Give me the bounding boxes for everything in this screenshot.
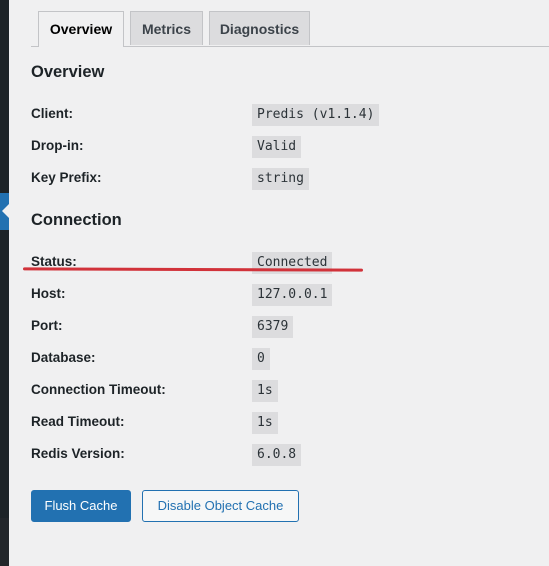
info-row-connection-timeout: Connection Timeout: 1s	[31, 380, 531, 402]
row-value: 1s	[252, 412, 278, 434]
row-value: 6.0.8	[252, 444, 302, 466]
tab-bar: Overview Metrics Diagnostics	[31, 11, 549, 47]
info-row-database: Database: 0	[31, 348, 531, 370]
row-label: Drop-in:	[31, 138, 84, 153]
info-row-host: Host: 127.0.0.1	[31, 284, 531, 306]
row-value: 0	[252, 348, 270, 370]
row-label: Redis Version:	[31, 446, 125, 461]
overview-heading: Overview	[31, 63, 105, 81]
info-row-key-prefix: Key Prefix: string	[31, 168, 531, 190]
connection-heading: Connection	[31, 211, 122, 229]
row-value: 6379	[252, 316, 294, 338]
row-label: Read Timeout:	[31, 414, 125, 429]
row-label: Connection Timeout:	[31, 382, 166, 397]
admin-sidebar	[0, 0, 10, 566]
info-row-client: Client: Predis (v1.1.4)	[31, 104, 531, 126]
disable-object-cache-button[interactable]: Disable Object Cache	[142, 490, 299, 522]
info-row-read-timeout: Read Timeout: 1s	[31, 412, 531, 434]
row-value: 1s	[252, 380, 278, 402]
row-value: 127.0.0.1	[252, 284, 333, 306]
row-label: Client:	[31, 106, 73, 121]
flush-cache-button[interactable]: Flush Cache	[31, 490, 131, 522]
sidebar-footer	[0, 518, 9, 566]
info-row-port: Port: 6379	[31, 316, 531, 338]
row-label: Host:	[31, 286, 66, 301]
row-label: Port:	[31, 318, 63, 333]
info-row-redis-version: Redis Version: 6.0.8	[31, 444, 531, 466]
row-label: Database:	[31, 350, 96, 365]
tab-overview[interactable]: Overview	[38, 11, 124, 47]
info-row-dropin: Drop-in: Valid	[31, 136, 531, 158]
active-menu-arrow-icon	[2, 203, 10, 219]
tab-metrics[interactable]: Metrics	[130, 11, 203, 45]
tab-diagnostics[interactable]: Diagnostics	[209, 11, 310, 45]
row-value: Valid	[252, 136, 302, 158]
row-label: Key Prefix:	[31, 170, 102, 185]
row-value: Predis (v1.1.4)	[252, 104, 380, 126]
row-value: string	[252, 168, 309, 190]
